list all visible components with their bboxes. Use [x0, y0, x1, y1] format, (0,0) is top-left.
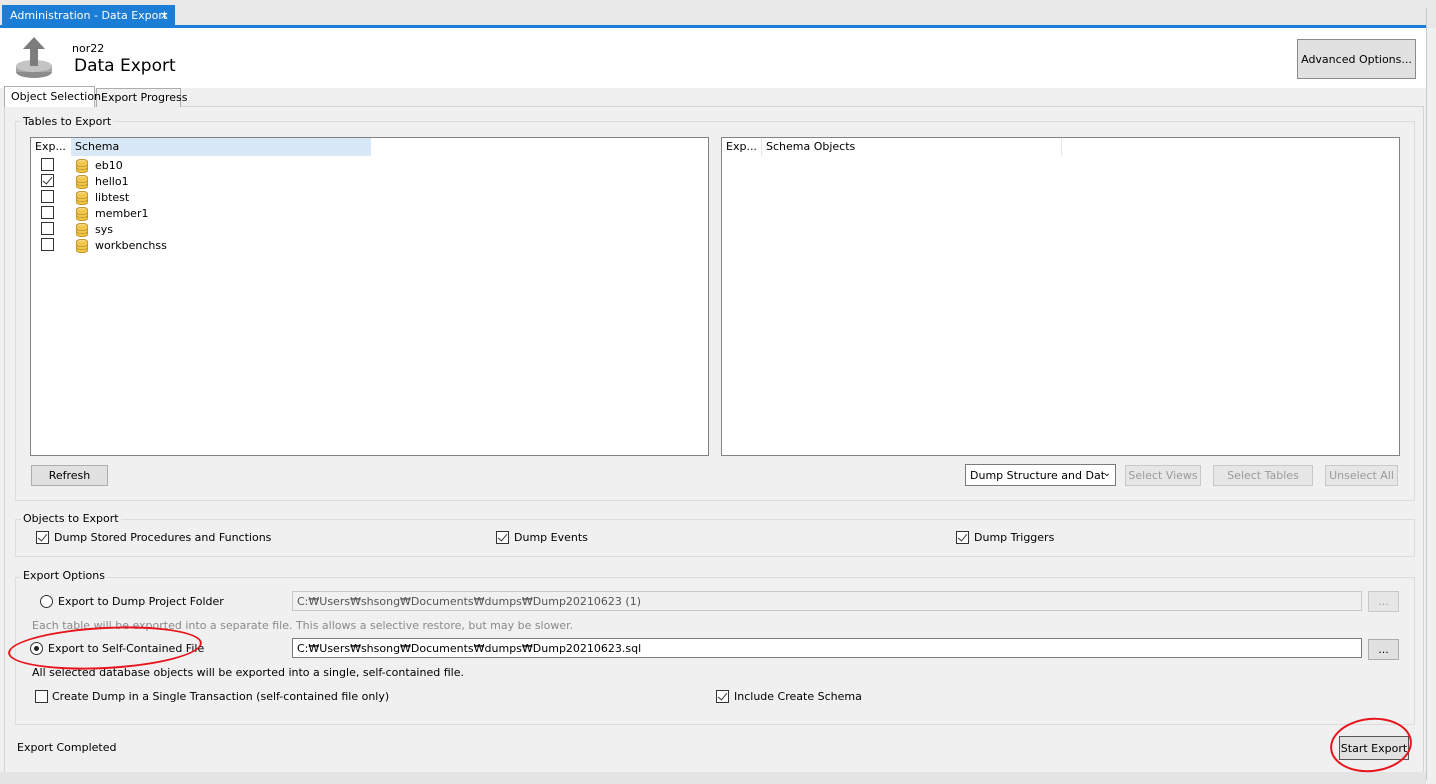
include-create-schema-checkbox[interactable]	[716, 690, 729, 703]
dump-events-checkbox[interactable]	[496, 531, 509, 544]
list-item[interactable]: libtest	[31, 190, 331, 206]
schema-name: libtest	[95, 191, 130, 204]
schema-export-checkbox[interactable]	[41, 222, 54, 235]
database-icon	[76, 175, 88, 189]
select-tables-button[interactable]: Select Tables	[1213, 465, 1313, 486]
chevron-down-icon: ⌄	[1102, 468, 1111, 479]
column-header-schema[interactable]: Schema	[71, 138, 371, 156]
schema-export-checkbox[interactable]	[41, 174, 54, 187]
schema-objects-list[interactable]: Exp... Schema Objects	[721, 137, 1400, 456]
column-header-export[interactable]: Exp...	[722, 138, 762, 156]
list-item[interactable]: sys	[31, 222, 331, 238]
column-header-schema-objects[interactable]: Schema Objects	[762, 138, 1062, 156]
schema-export-checkbox[interactable]	[41, 190, 54, 203]
output-panel-edge	[0, 772, 1426, 784]
close-icon[interactable]: ×	[160, 9, 169, 22]
export-project-folder-radio[interactable]	[40, 595, 53, 608]
select-views-button[interactable]: Select Views	[1125, 465, 1201, 486]
project-folder-browse-button[interactable]: ...	[1368, 591, 1399, 612]
list-item[interactable]: workbenchss	[31, 238, 331, 254]
advanced-options-button[interactable]: Advanced Options...	[1297, 39, 1416, 79]
export-options-title: Export Options	[21, 569, 107, 582]
tab-object-selection[interactable]: Object Selection	[4, 86, 101, 107]
schema-list[interactable]: Exp... Schema eb10 hello1 libtest member…	[30, 137, 709, 456]
database-icon	[76, 207, 88, 221]
dump-events-label: Dump Events	[514, 531, 588, 544]
schema-export-checkbox[interactable]	[41, 158, 54, 171]
unselect-all-button[interactable]: Unselect All	[1325, 465, 1398, 486]
page-title: Data Export	[74, 56, 176, 76]
schema-export-checkbox[interactable]	[41, 238, 54, 251]
list-item[interactable]: member1	[31, 206, 331, 222]
self-contained-path-field[interactable]: C:₩Users₩shsong₩Documents₩dumps₩Dump2021…	[292, 638, 1362, 658]
document-tab-bar	[0, 0, 1436, 28]
schema-export-checkbox[interactable]	[41, 206, 54, 219]
single-transaction-checkbox[interactable]	[35, 690, 48, 703]
schema-name: eb10	[95, 159, 123, 172]
objects-to-export-title: Objects to Export	[21, 512, 121, 525]
single-transaction-label: Create Dump in a Single Transaction (sel…	[52, 690, 390, 703]
schema-name: sys	[95, 223, 113, 236]
database-icon	[76, 223, 88, 237]
dump-type-value: Dump Structure and Dat	[970, 469, 1106, 482]
export-project-folder-label: Export to Dump Project Folder	[58, 595, 224, 608]
export-status: Export Completed	[17, 741, 117, 754]
dump-stored-procedures-checkbox[interactable]	[36, 531, 49, 544]
schema-name: member1	[95, 207, 149, 220]
dump-triggers-checkbox[interactable]	[956, 531, 969, 544]
refresh-button[interactable]: Refresh	[31, 465, 108, 486]
connection-name: nor22	[72, 42, 105, 55]
self-contained-browse-button[interactable]: ...	[1368, 639, 1399, 660]
database-icon	[76, 159, 88, 173]
include-create-schema-label: Include Create Schema	[734, 690, 862, 703]
tables-to-export-title: Tables to Export	[21, 115, 114, 128]
list-item[interactable]: hello1	[31, 174, 331, 190]
list-item[interactable]: eb10	[31, 158, 331, 174]
project-folder-path-field[interactable]: C:₩Users₩shsong₩Documents₩dumps₩Dump2021…	[292, 591, 1362, 611]
tab-administration-data-export[interactable]: Administration - Data Export ×	[2, 5, 175, 26]
tab-title: Administration - Data Export	[10, 9, 168, 22]
database-icon	[76, 191, 88, 205]
window-edge	[1426, 8, 1427, 780]
tab-export-progress[interactable]: Export Progress	[96, 88, 187, 107]
schema-name: workbenchss	[95, 239, 167, 252]
dump-type-select[interactable]: Dump Structure and Dat ⌄	[965, 464, 1116, 486]
dump-triggers-label: Dump Triggers	[974, 531, 1055, 544]
database-icon	[76, 239, 88, 253]
page-header	[0, 28, 1426, 88]
schema-name: hello1	[95, 175, 129, 188]
dump-stored-procedures-label: Dump Stored Procedures and Functions	[54, 531, 272, 544]
export-upload-icon	[16, 37, 52, 78]
column-header-export[interactable]: Exp...	[31, 138, 71, 156]
